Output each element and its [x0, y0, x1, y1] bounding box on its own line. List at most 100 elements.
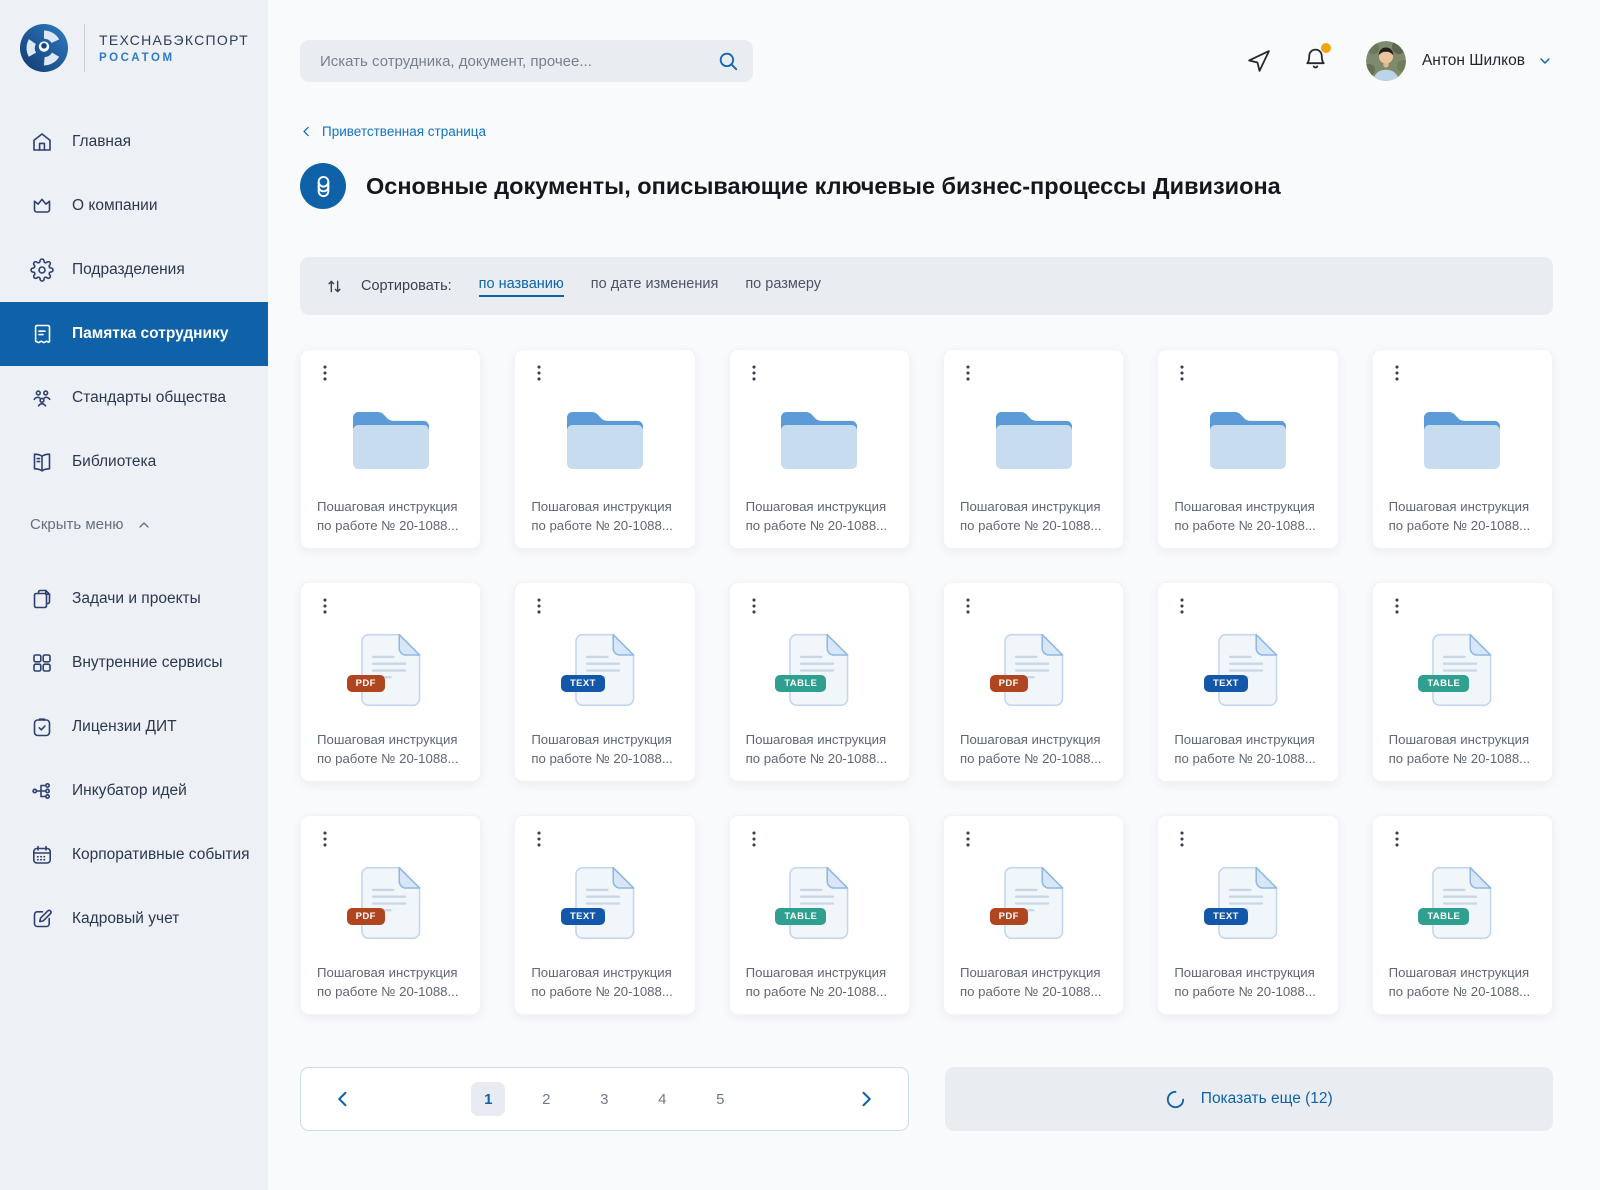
folder-card[interactable]: Пошаговая инструкция по работе № 20-1088…	[1372, 349, 1553, 549]
card-menu-button[interactable]	[314, 828, 336, 850]
document-card[interactable]: PDFПошаговая инструкция по работе № 20-1…	[300, 582, 481, 782]
document-card[interactable]: PDFПошаговая инструкция по работе № 20-1…	[943, 815, 1124, 1015]
card-menu-button[interactable]	[1171, 595, 1193, 617]
pagination-prev-button[interactable]	[333, 1089, 353, 1109]
document-card[interactable]: PDFПошаговая инструкция по работе № 20-1…	[300, 815, 481, 1015]
document-card[interactable]: TEXT Пошаговая инструкция по работе № 20-…	[514, 582, 695, 782]
document-card[interactable]: TEXTПошаговая инструкция по работе № 20-…	[1157, 815, 1338, 1015]
document-card[interactable]: PDFПошаговая инструкция по работе № 20-1…	[943, 582, 1124, 782]
file-type-badge: PDF	[347, 675, 385, 693]
card-menu-button[interactable]	[1171, 828, 1193, 850]
sidebar-item-divisions[interactable]: Подразделения	[0, 238, 268, 302]
card-menu-button[interactable]	[957, 595, 979, 617]
send-icon[interactable]	[1246, 49, 1271, 74]
collapse-menu-button[interactable]: Скрыть меню	[0, 494, 268, 555]
pagination-next-button[interactable]	[856, 1089, 876, 1109]
sidebar-main-menu: Главная О компанииПодразделенияПамятка со…	[0, 110, 268, 494]
card-title: Пошаговая инструкция по работе № 20-1088…	[515, 730, 694, 781]
sidebar-item-library[interactable]: Библиотека	[0, 430, 268, 494]
folder-card[interactable]: Пошаговая инструкция по работе № 20-1088…	[943, 349, 1124, 549]
memo-icon	[30, 322, 54, 346]
folder-icon	[567, 412, 643, 469]
card-menu-button[interactable]	[1386, 362, 1408, 384]
pages-icon	[30, 587, 54, 611]
card-menu-button[interactable]	[1171, 362, 1193, 384]
folder-card[interactable]: Пошаговая инструкция по работе № 20-1088…	[729, 349, 910, 549]
sort-options: по названию по дате изменения по размеру	[479, 276, 821, 297]
page-button-1[interactable]: 1	[471, 1082, 505, 1116]
avatar[interactable]	[1366, 41, 1406, 81]
file-type-badge: TABLE	[775, 908, 826, 926]
search-icon[interactable]	[717, 50, 739, 72]
file-type-badge: TABLE	[775, 675, 826, 693]
document-card[interactable]: TABLE Пошаговая инструкция по работе № 20…	[729, 815, 910, 1015]
sort-option-name[interactable]: по названию	[479, 276, 564, 297]
document-card[interactable]: TEXTПошаговая инструкция по работе № 20-…	[514, 815, 695, 1015]
page-button-3[interactable]: 3	[587, 1082, 621, 1116]
sidebar-item-tasks[interactable]: Задачи и проекты	[0, 567, 268, 631]
breadcrumb-label: Приветственная страница	[322, 124, 486, 139]
brand-logo[interactable]: ТЕХСНАБЭКСПОРТ РОСАТОМ	[0, 0, 268, 98]
document-card[interactable]: TABLEПошаговая инструкция по работе № 20…	[1372, 815, 1553, 1015]
logo-divider	[84, 24, 85, 72]
show-more-button[interactable]: Показать еще (12)	[945, 1067, 1554, 1131]
page-button-4[interactable]: 4	[645, 1082, 679, 1116]
sidebar-item-hr[interactable]: Кадровый учет	[0, 887, 268, 951]
breadcrumb-back-link[interactable]: Приветственная страница	[300, 124, 486, 139]
card-title: Пошаговая инструкция по работе № 20-1088…	[730, 497, 909, 548]
crown-icon	[30, 194, 54, 218]
card-menu-button[interactable]	[957, 828, 979, 850]
card-title: Пошаговая инструкция по работе № 20-1088…	[1373, 963, 1552, 1014]
sidebar-item-memo[interactable]: Памятка сотруднику	[0, 302, 268, 366]
card-menu-button[interactable]	[1386, 595, 1408, 617]
folder-card[interactable]: Пошаговая инструкция по работе № 20-1088…	[300, 349, 481, 549]
folder-card[interactable]: Пошаговая инструкция по работе № 20-1088…	[514, 349, 695, 549]
sort-option-date[interactable]: по дате изменения	[591, 276, 719, 297]
card-menu-button[interactable]	[743, 595, 765, 617]
sort-option-size[interactable]: по размеру	[745, 276, 821, 297]
card-menu-button[interactable]	[314, 362, 336, 384]
user-name[interactable]: Антон Шилков	[1422, 52, 1525, 70]
card-title: Пошаговая инструкция по работе № 20-1088…	[515, 963, 694, 1014]
sidebar-item-home[interactable]: Главная	[0, 110, 268, 174]
card-menu-button[interactable]	[528, 362, 550, 384]
sidebar-item-label: Библиотека	[72, 452, 156, 473]
sidebar-item-incubator[interactable]: Инкубатор идей	[0, 759, 268, 823]
sidebar-item-calendar[interactable]: Корпоративные события	[0, 823, 268, 887]
calendar-icon	[30, 843, 54, 867]
notifications-button[interactable]	[1303, 46, 1328, 76]
card-menu-button[interactable]	[743, 828, 765, 850]
folder-card[interactable]: Пошаговая инструкция по работе № 20-1088…	[1157, 349, 1338, 549]
sidebar-item-services[interactable]: Внутренние сервисы	[0, 631, 268, 695]
card-menu-button[interactable]	[957, 362, 979, 384]
sidebar-item-company[interactable]: О компании	[0, 174, 268, 238]
brand-company: ТЕХСНАБЭКСПОРТ	[99, 32, 249, 48]
chevron-left-icon	[300, 125, 313, 138]
document-icon: TEXT	[1218, 633, 1278, 707]
card-menu-button[interactable]	[314, 595, 336, 617]
card-title: Пошаговая инструкция по работе № 20-1088…	[730, 963, 909, 1014]
file-type-badge: PDF	[347, 908, 385, 926]
card-title: Пошаговая инструкция по работе № 20-1088…	[1373, 730, 1552, 781]
card-menu-button[interactable]	[743, 362, 765, 384]
chevron-down-icon[interactable]	[1537, 53, 1553, 69]
search-input[interactable]	[318, 52, 717, 71]
documents-grid: Пошаговая инструкция по работе № 20-1088…	[300, 349, 1553, 1015]
document-card[interactable]: TABLEПошаговая инструкция по работе № 20…	[1372, 582, 1553, 782]
card-title: Пошаговая инструкция по работе № 20-1088…	[1158, 963, 1337, 1014]
document-card[interactable]: TABLEПошаговая инструкция по работе № 20…	[729, 582, 910, 782]
sidebar-item-license[interactable]: Лицензии ДИТ	[0, 695, 268, 759]
sidebar-item-label: Главная	[72, 132, 131, 153]
search-box	[300, 40, 753, 82]
page-button-5[interactable]: 5	[703, 1082, 737, 1116]
card-menu-button[interactable]	[528, 595, 550, 617]
card-menu-button[interactable]	[528, 828, 550, 850]
file-type-badge: PDF	[990, 675, 1028, 693]
page-button-2[interactable]: 2	[529, 1082, 563, 1116]
sidebar-item-standards[interactable]: Стандарты общества	[0, 366, 268, 430]
document-icon: TEXT	[575, 633, 635, 707]
document-card[interactable]: TEXTПошаговая инструкция по работе № 20-…	[1157, 582, 1338, 782]
card-menu-button[interactable]	[1386, 828, 1408, 850]
spinner-icon	[1165, 1089, 1186, 1110]
document-icon: PDF	[1004, 866, 1064, 940]
